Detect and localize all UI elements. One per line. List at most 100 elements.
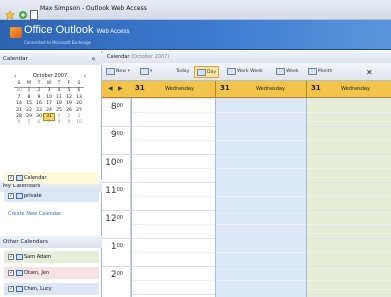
day-number: 31 bbox=[135, 84, 145, 92]
print-button[interactable]: ▾ bbox=[138, 66, 154, 78]
window-title: Max Simpson - Outlook Web Access bbox=[40, 5, 147, 12]
mini-calendar-day[interactable]: 4 bbox=[14, 120, 24, 126]
day-header-other[interactable]: 31 Wednesday bbox=[306, 81, 391, 98]
hour-value: 9 bbox=[110, 130, 117, 140]
calendar-item-label: Olsen, Jen bbox=[24, 270, 50, 276]
star-icon[interactable] bbox=[4, 5, 16, 20]
hour-label: 100 bbox=[102, 238, 131, 266]
breadcrumb-title: Calendar bbox=[107, 54, 130, 60]
day-column-private[interactable] bbox=[215, 98, 306, 297]
hour-label: 1100 bbox=[102, 182, 131, 210]
half-hour-gridline bbox=[216, 112, 306, 113]
hour-gridline bbox=[216, 98, 306, 99]
half-hour-gridline bbox=[132, 224, 215, 225]
today-button[interactable]: Today bbox=[174, 66, 191, 78]
hour-label: 1000 bbox=[102, 154, 131, 182]
prev-day-icon[interactable]: ◀ bbox=[108, 85, 113, 92]
create-new-calendar-link[interactable]: Create New Calendar bbox=[8, 211, 61, 217]
hour-gridline bbox=[216, 266, 306, 267]
half-hour-gridline bbox=[216, 224, 306, 225]
hour-value: 8 bbox=[110, 102, 117, 112]
mini-calendar-day[interactable]: 6 bbox=[34, 120, 44, 126]
checkbox-icon[interactable]: ✓ bbox=[8, 286, 14, 292]
minute-value: 00 bbox=[116, 159, 123, 165]
day-header-calendar[interactable]: 31 Wednesday bbox=[131, 81, 215, 98]
day-column-other[interactable] bbox=[306, 98, 391, 297]
week-view-label: Week bbox=[286, 69, 299, 74]
checkbox-icon[interactable]: ✓ bbox=[8, 175, 14, 181]
minute-value: 00 bbox=[116, 187, 123, 193]
hour-value: 2 bbox=[110, 270, 117, 280]
mini-calendar-day[interactable]: 5 bbox=[24, 120, 34, 126]
half-hour-gridline bbox=[307, 168, 391, 169]
week-view-icon bbox=[276, 68, 285, 75]
day-number: 31 bbox=[220, 84, 230, 92]
hour-gridline bbox=[307, 238, 391, 239]
mini-calendar-day[interactable]: 8 bbox=[54, 120, 64, 126]
half-hour-gridline bbox=[307, 224, 391, 225]
mini-calendar-day[interactable]: 10 bbox=[74, 120, 84, 126]
day-header-private[interactable]: 31 Wednesday bbox=[215, 81, 306, 98]
half-hour-gridline bbox=[132, 168, 215, 169]
half-hour-gridline bbox=[132, 112, 215, 113]
new-button-label: New bbox=[116, 69, 127, 74]
mini-calendar-day[interactable]: 7 bbox=[44, 120, 54, 126]
window-titlebar: Max Simpson - Outlook Web Access bbox=[0, 0, 391, 20]
calendar-item-private[interactable]: ✓ private bbox=[4, 190, 99, 202]
minute-value: 00 bbox=[116, 215, 123, 221]
new-button[interactable]: New ▾ bbox=[104, 66, 132, 78]
half-hour-gridline bbox=[216, 280, 306, 281]
checkbox-icon[interactable]: ✓ bbox=[8, 254, 14, 260]
hour-gridline bbox=[307, 126, 391, 127]
day-header-bar: ◀ ▶ 31 Wednesday 31 Wednesday 31 Wednesd… bbox=[102, 81, 391, 98]
minute-value: 00 bbox=[116, 271, 123, 277]
day-column-calendar[interactable] bbox=[131, 98, 215, 297]
month-view-button[interactable]: Month bbox=[306, 66, 334, 78]
other-calendars-header: Other Calendars bbox=[0, 236, 102, 248]
calendar-item-calendar[interactable]: ✓ Calendar bbox=[4, 172, 99, 184]
collapse-pane-icon[interactable]: « bbox=[91, 54, 96, 63]
next-day-icon[interactable]: ▶ bbox=[118, 85, 123, 92]
next-month-button[interactable]: › bbox=[84, 73, 86, 80]
calendar-icon bbox=[16, 286, 23, 292]
calendar-main: Calendar (October 2007) New ▾ ▾ Today Da… bbox=[102, 51, 391, 297]
checkbox-icon[interactable]: ✓ bbox=[8, 270, 14, 276]
calendar-section-title: Calendar bbox=[3, 56, 28, 62]
half-hour-gridline bbox=[132, 252, 215, 253]
hour-gridline bbox=[307, 98, 391, 99]
hour-value: 12 bbox=[105, 214, 117, 224]
month-view-label: Month bbox=[318, 69, 333, 74]
half-hour-gridline bbox=[307, 112, 391, 113]
calendar-item-olsen-jen[interactable]: ✓ Olsen, Jen bbox=[4, 267, 99, 279]
close-icon[interactable]: ✕ bbox=[364, 65, 375, 77]
page-icon bbox=[30, 5, 40, 20]
print-icon bbox=[140, 68, 149, 75]
calendar-item-sam-adam[interactable]: ✓ Sam Adam bbox=[4, 251, 99, 263]
brand-main: Office Outlook bbox=[24, 24, 94, 36]
checkbox-icon[interactable]: ✓ bbox=[8, 193, 14, 199]
minute-value: 00 bbox=[116, 243, 123, 249]
prev-month-button[interactable]: ‹ bbox=[14, 73, 16, 80]
day-number: 31 bbox=[311, 84, 321, 92]
breadcrumb-date: (October 2007) bbox=[131, 54, 170, 60]
breadcrumb: Calendar (October 2007) bbox=[102, 51, 391, 63]
work-week-view-button[interactable]: Work Week bbox=[225, 66, 265, 78]
calendar-item-chen-lucy[interactable]: ✓ Chen, Lucy bbox=[4, 283, 99, 295]
calendar-icon bbox=[16, 193, 23, 199]
hour-value: 11 bbox=[105, 186, 117, 196]
hour-value: 1 bbox=[110, 242, 117, 252]
calendar-icon bbox=[16, 175, 23, 181]
hour-gridline bbox=[132, 154, 215, 155]
add-favorite-icon[interactable] bbox=[18, 5, 28, 19]
brand-tagline: Connected to Microsoft Exchange bbox=[24, 40, 92, 45]
hour-gridline bbox=[216, 126, 306, 127]
day-view-button[interactable]: Day bbox=[194, 66, 220, 78]
hour-gridline bbox=[132, 182, 215, 183]
brand-sub: Web Access bbox=[96, 29, 130, 35]
week-view-button[interactable]: Week bbox=[274, 66, 301, 78]
half-hour-gridline bbox=[216, 140, 306, 141]
work-week-icon bbox=[227, 68, 236, 75]
day-view-label: Day bbox=[207, 70, 217, 75]
hour-gridline bbox=[132, 294, 215, 295]
mini-calendar-day[interactable]: 9 bbox=[64, 120, 74, 126]
